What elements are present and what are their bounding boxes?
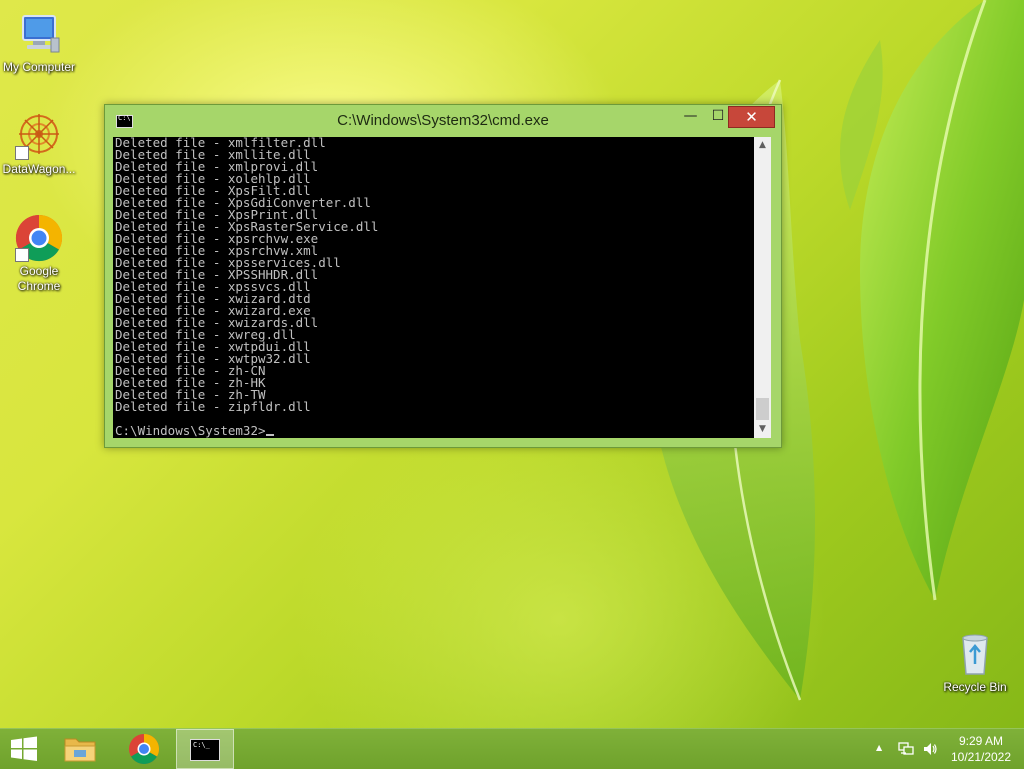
chrome-icon [15, 214, 63, 262]
console-lines: Deleted file - xmlfilter.dll Deleted file… [115, 137, 378, 437]
desktop: My Computer DataWagon... Google Chrome R… [0, 0, 1024, 728]
cmd-icon-text: C:\_ [193, 741, 210, 749]
desktop-icon-my-computer[interactable]: My Computer [0, 10, 78, 75]
taskbar-google-chrome[interactable] [116, 729, 172, 769]
show-hidden-icons-button[interactable]: ▲ [876, 743, 882, 752]
volume-icon[interactable] [922, 741, 938, 760]
desktop-icon-label: Google Chrome [17, 264, 61, 293]
desktop-icon-label: My Computer [2, 60, 76, 74]
prompt-text: C:\Windows\System32> [115, 423, 266, 438]
start-button[interactable] [0, 729, 48, 769]
command-prompt-line[interactable]: C:\Windows\System32> [115, 423, 378, 438]
shortcut-arrow-icon [15, 146, 29, 160]
windows-logo-icon [11, 736, 37, 761]
system-clock[interactable]: 9:29 AM 10/21/2022 [946, 733, 1016, 765]
desktop-icon-recycle-bin[interactable]: Recycle Bin [936, 630, 1014, 695]
computer-icon [15, 10, 63, 58]
clock-date: 10/21/2022 [950, 750, 1012, 764]
minimize-button[interactable]: — [677, 106, 704, 126]
shortcut-arrow-icon [15, 248, 29, 262]
console-output[interactable]: Deleted file - xmlfilter.dll Deleted file… [113, 137, 754, 438]
cmd-window[interactable]: C:\ C:\Windows\System32\cmd.exe — ☐ ✕ De… [104, 104, 782, 448]
desktop-icon-google-chrome[interactable]: Google Chrome [0, 214, 78, 294]
clock-time: 9:29 AM [958, 734, 1004, 748]
scroll-up-button[interactable]: ▲ [754, 137, 771, 154]
chrome-icon [129, 734, 160, 765]
text-cursor [265, 434, 274, 436]
network-icon[interactable] [898, 741, 914, 760]
folder-icon [64, 738, 96, 762]
datawagon-icon [15, 112, 63, 160]
desktop-icon-label: DataWagon... [2, 162, 76, 176]
close-button[interactable]: ✕ [728, 106, 775, 128]
scroll-down-button[interactable]: ▼ [754, 421, 771, 438]
taskbar: C:\_ ▲ 9:29 AM 10/21/2022 [0, 728, 1024, 769]
desktop-icon-datawagon[interactable]: DataWagon... [0, 112, 78, 177]
recycle-bin-icon [951, 630, 999, 678]
taskbar-file-explorer[interactable] [52, 729, 108, 769]
vertical-scrollbar[interactable]: ▲ ▼ [754, 137, 771, 438]
desktop-icon-label: Recycle Bin [943, 680, 1007, 694]
window-titlebar[interactable]: C:\ C:\Windows\System32\cmd.exe — ☐ ✕ [105, 105, 781, 136]
scrollbar-thumb[interactable] [756, 398, 769, 420]
cmd-icon: C:\_ [190, 739, 220, 761]
console-line: Deleted file - zipfldr.dll [115, 399, 311, 414]
taskbar-command-prompt[interactable]: C:\_ [176, 729, 234, 769]
